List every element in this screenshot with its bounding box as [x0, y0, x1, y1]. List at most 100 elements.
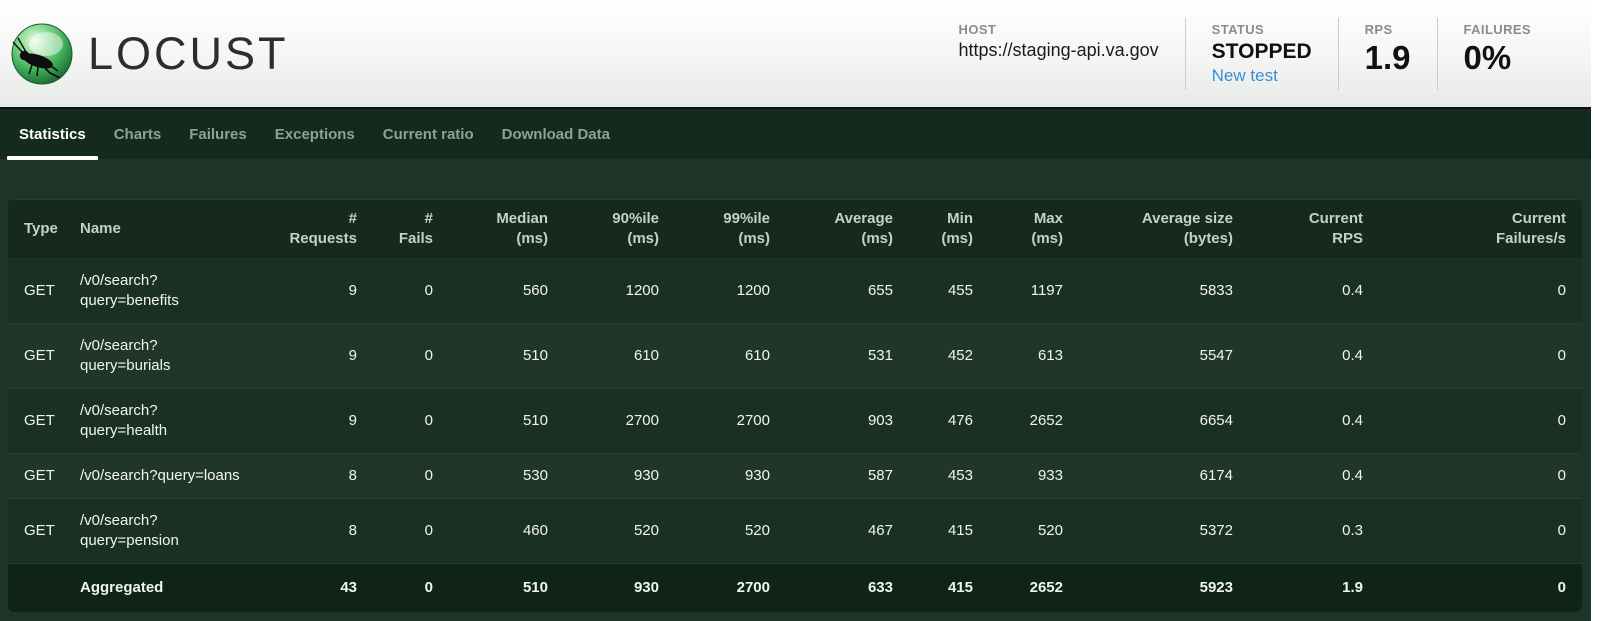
cell-average-ms: 531 [786, 324, 909, 389]
table-row: GET/v0/search? query=burials905106106105… [8, 324, 1582, 389]
cell-name: /v0/search?query=loans [64, 454, 268, 499]
cell-90-ile-ms: 1200 [564, 259, 675, 324]
cell-99-ile-ms: 610 [675, 324, 786, 389]
cell-min-ms: 455 [909, 259, 989, 324]
cell-type: GET [8, 499, 64, 564]
cell-min-ms: 452 [909, 324, 989, 389]
cell-current-rps: 0.4 [1249, 454, 1379, 499]
cell-name: /v0/search? query=health [64, 389, 268, 454]
cell-average-ms: 655 [786, 259, 909, 324]
cell-90-ile-ms: 520 [564, 499, 675, 564]
cell-current-failures-s: 0 [1379, 454, 1582, 499]
col-header-average-size-bytes[interactable]: Average size (bytes) [1079, 200, 1249, 259]
col-header-max-ms[interactable]: Max (ms) [989, 200, 1079, 259]
cell-type [8, 564, 64, 613]
col-header-current-failures-s[interactable]: Current Failures/s [1379, 200, 1582, 259]
cell-median-ms: 560 [449, 259, 564, 324]
cell-current-failures-s: 0 [1379, 324, 1582, 389]
failures-section: FAILURES 0% [1438, 18, 1577, 90]
cell-current-rps: 0.3 [1249, 499, 1379, 564]
rps-section: RPS 1.9 [1339, 18, 1437, 90]
cell-fails: 0 [373, 454, 449, 499]
cell-max-ms: 933 [989, 454, 1079, 499]
cell-fails: 0 [373, 499, 449, 564]
cell-99-ile-ms: 1200 [675, 259, 786, 324]
tab-download-data[interactable]: Download Data [488, 109, 624, 159]
cell-average-ms: 633 [786, 564, 909, 613]
cell-fails: 0 [373, 259, 449, 324]
page: LOCUST HOST https://staging-api.va.gov S… [0, 0, 1591, 621]
cell-fails: 0 [373, 564, 449, 613]
locust-logo-icon [10, 22, 74, 86]
status-label: STATUS [1212, 22, 1312, 37]
col-header-type[interactable]: Type [8, 200, 64, 259]
cell-current-rps: 0.4 [1249, 324, 1379, 389]
cell-min-ms: 476 [909, 389, 989, 454]
stats-header-row: TypeName# Requests# FailsMedian (ms)90%i… [8, 200, 1582, 259]
cell-requests: 9 [268, 389, 373, 454]
cell-median-ms: 510 [449, 564, 564, 613]
new-test-link[interactable]: New test [1212, 66, 1312, 86]
col-header-average-ms[interactable]: Average (ms) [786, 200, 909, 259]
cell-99-ile-ms: 520 [675, 499, 786, 564]
cell-min-ms: 415 [909, 499, 989, 564]
cell-type: GET [8, 454, 64, 499]
tab-current-ratio[interactable]: Current ratio [369, 109, 488, 159]
cell-max-ms: 613 [989, 324, 1079, 389]
nav-tabs: StatisticsChartsFailuresExceptionsCurren… [0, 109, 1591, 159]
cell-fails: 0 [373, 324, 449, 389]
cell-type: GET [8, 389, 64, 454]
tab-charts[interactable]: Charts [100, 109, 176, 159]
cell-type: GET [8, 259, 64, 324]
cell-current-rps: 0.4 [1249, 389, 1379, 454]
status-section: STATUS STOPPED New test [1186, 18, 1338, 90]
statistics-table: TypeName# Requests# FailsMedian (ms)90%i… [8, 199, 1582, 612]
cell-average-size-bytes: 5833 [1079, 259, 1249, 324]
table-row: GET/v0/search? query=health9051027002700… [8, 389, 1582, 454]
cell-min-ms: 453 [909, 454, 989, 499]
cell-average-ms: 467 [786, 499, 909, 564]
cell-median-ms: 530 [449, 454, 564, 499]
cell-average-size-bytes: 6174 [1079, 454, 1249, 499]
cell-current-rps: 1.9 [1249, 564, 1379, 613]
cell-90-ile-ms: 930 [564, 564, 675, 613]
status-value: STOPPED [1212, 40, 1312, 64]
cell-requests: 9 [268, 259, 373, 324]
logo-wordmark: LOCUST [88, 31, 289, 76]
cell-name: /v0/search? query=benefits [64, 259, 268, 324]
host-section: HOST https://staging-api.va.gov [933, 18, 1185, 90]
cell-fails: 0 [373, 389, 449, 454]
locust-logo[interactable]: LOCUST [10, 22, 289, 86]
cell-99-ile-ms: 2700 [675, 389, 786, 454]
col-header-fails[interactable]: # Fails [373, 200, 449, 259]
col-header-name[interactable]: Name [64, 200, 268, 259]
cell-max-ms: 1197 [989, 259, 1079, 324]
cell-average-size-bytes: 5372 [1079, 499, 1249, 564]
aggregated-row: Aggregated4305109302700633415265259231.9… [8, 564, 1582, 613]
cell-requests: 9 [268, 324, 373, 389]
cell-average-size-bytes: 5547 [1079, 324, 1249, 389]
cell-median-ms: 460 [449, 499, 564, 564]
cell-requests: 8 [268, 454, 373, 499]
col-header-99-ile-ms[interactable]: 99%ile (ms) [675, 200, 786, 259]
cell-99-ile-ms: 2700 [675, 564, 786, 613]
cell-max-ms: 520 [989, 499, 1079, 564]
table-row: GET/v0/search? query=pension804605205204… [8, 499, 1582, 564]
col-header-median-ms[interactable]: Median (ms) [449, 200, 564, 259]
cell-median-ms: 510 [449, 324, 564, 389]
cell-median-ms: 510 [449, 389, 564, 454]
col-header-90-ile-ms[interactable]: 90%ile (ms) [564, 200, 675, 259]
cell-requests: 43 [268, 564, 373, 613]
tab-exceptions[interactable]: Exceptions [261, 109, 369, 159]
tab-statistics[interactable]: Statistics [5, 109, 100, 159]
cell-current-failures-s: 0 [1379, 499, 1582, 564]
top-header: LOCUST HOST https://staging-api.va.gov S… [0, 0, 1591, 109]
rps-value: 1.9 [1365, 40, 1411, 76]
cell-max-ms: 2652 [989, 564, 1079, 613]
tab-failures[interactable]: Failures [175, 109, 261, 159]
col-header-min-ms[interactable]: Min (ms) [909, 200, 989, 259]
col-header-requests[interactable]: # Requests [268, 200, 373, 259]
host-label: HOST [959, 22, 1159, 37]
col-header-current-rps[interactable]: Current RPS [1249, 200, 1379, 259]
failures-label: FAILURES [1464, 22, 1531, 37]
